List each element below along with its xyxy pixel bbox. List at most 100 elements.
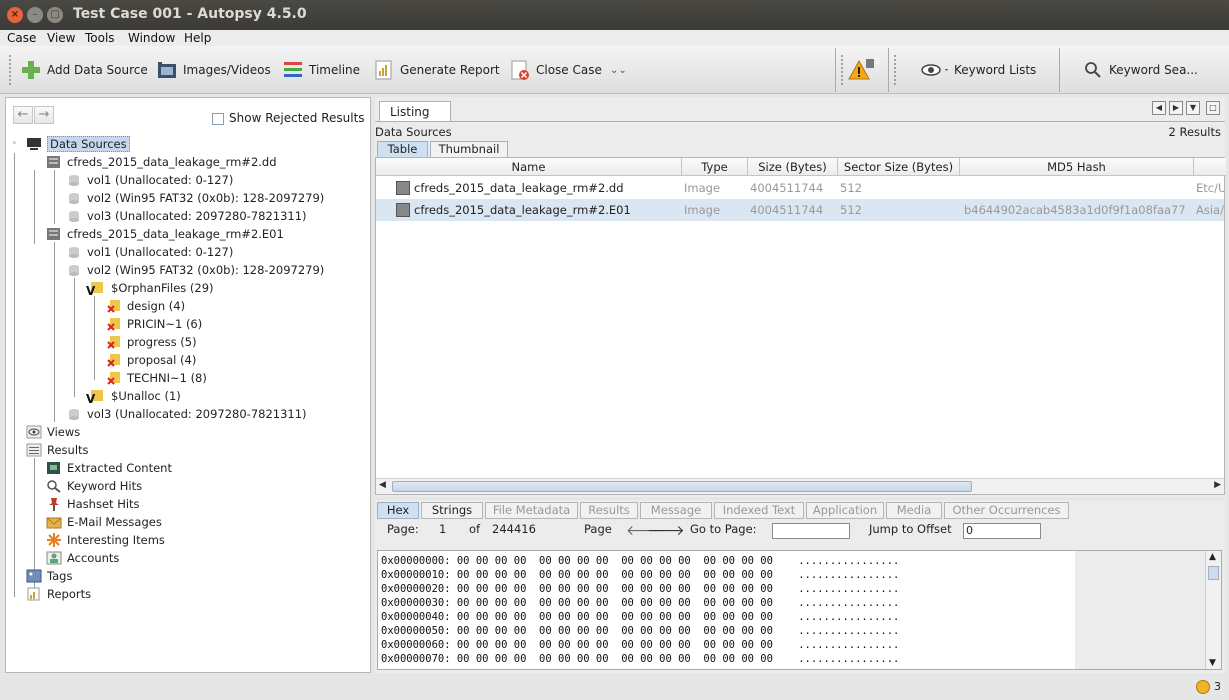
add-data-source-label: Add Data Source: [47, 63, 148, 77]
virtual-folder-icon: V: [86, 281, 106, 298]
tree-node-folder-deleted[interactable]: proposal (4): [106, 351, 196, 369]
column-md5[interactable]: MD5 Hash: [960, 158, 1194, 176]
scroll-left-icon[interactable]: ◀: [1152, 101, 1166, 115]
tab-media[interactable]: Media: [886, 502, 942, 519]
tab-indexed-text[interactable]: Indexed Text: [714, 502, 804, 519]
scroll-right-icon[interactable]: ▶: [1169, 101, 1183, 115]
expand-handle-icon[interactable]: ◦: [11, 140, 18, 149]
horizontal-scrollbar[interactable]: ◀ ▶: [376, 478, 1224, 494]
tree-node-image-dd[interactable]: cfreds_2015_data_leakage_rm#2.dd: [46, 153, 277, 171]
toolbar-grip[interactable]: [8, 54, 12, 86]
tree-node-folder-deleted[interactable]: PRICIN~1 (6): [106, 315, 202, 333]
minimize-window-button[interactable]: –: [27, 7, 43, 23]
column-name[interactable]: Name: [376, 158, 682, 176]
tree-node-volume[interactable]: vol3 (Unallocated: 2097280-7821311): [66, 207, 307, 225]
tree-node-keyword-hits[interactable]: Keyword Hits: [46, 477, 142, 495]
extracted-content-icon: [46, 461, 62, 475]
column-timezone[interactable]: [1194, 158, 1226, 176]
tab-listing[interactable]: Listing: [379, 101, 451, 121]
menu-view[interactable]: View: [47, 30, 75, 46]
close-window-button[interactable]: ×: [7, 7, 23, 23]
table-header: Name Type Size (Bytes) Sector Size (Byte…: [376, 158, 1226, 176]
close-case-button[interactable]: Close Case: [509, 58, 602, 82]
previous-page-button[interactable]: 🡐: [626, 522, 664, 540]
star-burst-icon: [46, 533, 62, 547]
tree-node-image-e01[interactable]: cfreds_2015_data_leakage_rm#2.E01: [46, 225, 284, 243]
tree-node-folder-deleted[interactable]: progress (5): [106, 333, 197, 351]
tree-node-views[interactable]: Views: [26, 423, 80, 441]
tab-thumbnail[interactable]: Thumbnail: [430, 141, 508, 158]
maximize-window-button[interactable]: □: [47, 7, 63, 23]
column-sector-size[interactable]: Sector Size (Bytes): [838, 158, 960, 176]
tree-node-folder-deleted[interactable]: TECHNI~1 (8): [106, 369, 207, 387]
hex-line: 0x00000020: 00 00 00 00 00 00 00 00 00 0…: [381, 583, 900, 595]
tab-message[interactable]: Message: [640, 502, 712, 519]
scroll-right-icon[interactable]: ▶: [1214, 480, 1221, 490]
tree-node-email-messages[interactable]: E-Mail Messages: [46, 513, 162, 531]
tree-node-results[interactable]: Results: [26, 441, 89, 459]
cell-size: 4004511744: [750, 181, 824, 195]
plus-icon: [20, 59, 42, 81]
scroll-up-icon[interactable]: ▲: [1209, 552, 1216, 562]
tree-node-tags[interactable]: Tags: [26, 567, 72, 585]
ingest-alert-button[interactable]: 2: [848, 57, 880, 82]
scrollbar-thumb[interactable]: [392, 481, 972, 492]
column-size[interactable]: Size (Bytes): [748, 158, 838, 176]
keyword-search-button[interactable]: Keyword Sea...: [1084, 58, 1198, 82]
tree-node-accounts[interactable]: Accounts: [46, 549, 119, 567]
menu-tools[interactable]: Tools: [85, 30, 115, 46]
page-label: Page:: [387, 522, 419, 536]
menu-case[interactable]: Case: [7, 30, 36, 46]
timeline-button[interactable]: Timeline: [282, 58, 360, 82]
tab-application[interactable]: Application: [806, 502, 884, 519]
keyword-lists-label: Keyword Lists: [954, 63, 1037, 77]
tab-strings[interactable]: Strings: [421, 502, 483, 519]
column-type[interactable]: Type: [682, 158, 748, 176]
tree-node-volume[interactable]: vol1 (Unallocated: 0-127): [66, 171, 233, 189]
directory-tree: ◦ Data Sources cfreds_2015_data_leakage_…: [6, 98, 370, 672]
tab-file-metadata[interactable]: File Metadata: [485, 502, 578, 519]
hex-line: 0x00000040: 00 00 00 00 00 00 00 00 00 0…: [381, 611, 900, 623]
scroll-down-icon[interactable]: ▼: [1209, 658, 1216, 668]
table-row[interactable]: cfreds_2015_data_leakage_rm#2.dd Image 4…: [376, 177, 1224, 199]
listing-panel: Listing ◀ ▶ ▼ □ Data Sources 2 Results T…: [375, 97, 1226, 497]
next-page-button[interactable]: 🡒: [647, 522, 685, 540]
tag-icon: [26, 569, 42, 583]
tab-table[interactable]: Table: [377, 141, 428, 158]
tree-node-volume[interactable]: vol1 (Unallocated: 0-127): [66, 243, 233, 261]
tab-hex[interactable]: Hex: [377, 502, 419, 519]
tree-node-data-sources[interactable]: Data Sources: [26, 135, 130, 153]
scroll-left-icon[interactable]: ◀: [379, 480, 386, 490]
keyword-lists-button[interactable]: Keyword Lists: [921, 58, 1036, 82]
tree-node-reports[interactable]: Reports: [26, 585, 91, 603]
hex-view[interactable]: 0x00000000: 00 00 00 00 00 00 00 00 00 0…: [377, 550, 1222, 670]
tree-node-unalloc[interactable]: V $Unalloc (1): [86, 387, 181, 406]
mail-icon: [46, 515, 62, 529]
toolbar-overflow-chevron-icon[interactable]: ⌄⌄: [610, 58, 627, 82]
tree-node-volume[interactable]: vol2 (Win95 FAT32 (0x0b): 128-2097279): [66, 189, 324, 207]
generate-report-button[interactable]: Generate Report: [373, 58, 500, 82]
tab-other-occurrences[interactable]: Other Occurrences: [944, 502, 1069, 519]
tree-node-orphan-files[interactable]: V $OrphanFiles (29): [86, 279, 214, 298]
dropdown-icon[interactable]: ▼: [1186, 101, 1200, 115]
goto-page-input[interactable]: [772, 523, 850, 539]
menu-help[interactable]: Help: [184, 30, 211, 46]
jump-offset-input[interactable]: 0: [963, 523, 1041, 539]
toolbar-grip[interactable]: [893, 54, 897, 86]
tree-node-hashset-hits[interactable]: Hashset Hits: [46, 495, 140, 513]
images-videos-button[interactable]: Images/Videos: [156, 58, 271, 82]
maximize-icon[interactable]: □: [1206, 101, 1220, 115]
tree-node-folder-deleted[interactable]: design (4): [106, 297, 185, 315]
table-row[interactable]: cfreds_2015_data_leakage_rm#2.E01 Image …: [376, 199, 1224, 221]
tree-node-interesting-items[interactable]: Interesting Items: [46, 531, 165, 549]
toolbar-grip[interactable]: [840, 54, 844, 86]
scrollbar-thumb[interactable]: [1208, 566, 1219, 580]
notification-icon[interactable]: [1196, 680, 1210, 694]
vertical-scrollbar[interactable]: ▲ ▼: [1205, 551, 1221, 669]
menu-window[interactable]: Window: [128, 30, 175, 46]
tree-node-volume[interactable]: vol2 (Win95 FAT32 (0x0b): 128-2097279): [66, 261, 324, 279]
tab-results[interactable]: Results: [580, 502, 638, 519]
add-data-source-button[interactable]: Add Data Source: [20, 58, 148, 82]
tree-node-extracted-content[interactable]: Extracted Content: [46, 459, 172, 477]
tree-node-volume[interactable]: vol3 (Unallocated: 2097280-7821311): [66, 405, 307, 423]
